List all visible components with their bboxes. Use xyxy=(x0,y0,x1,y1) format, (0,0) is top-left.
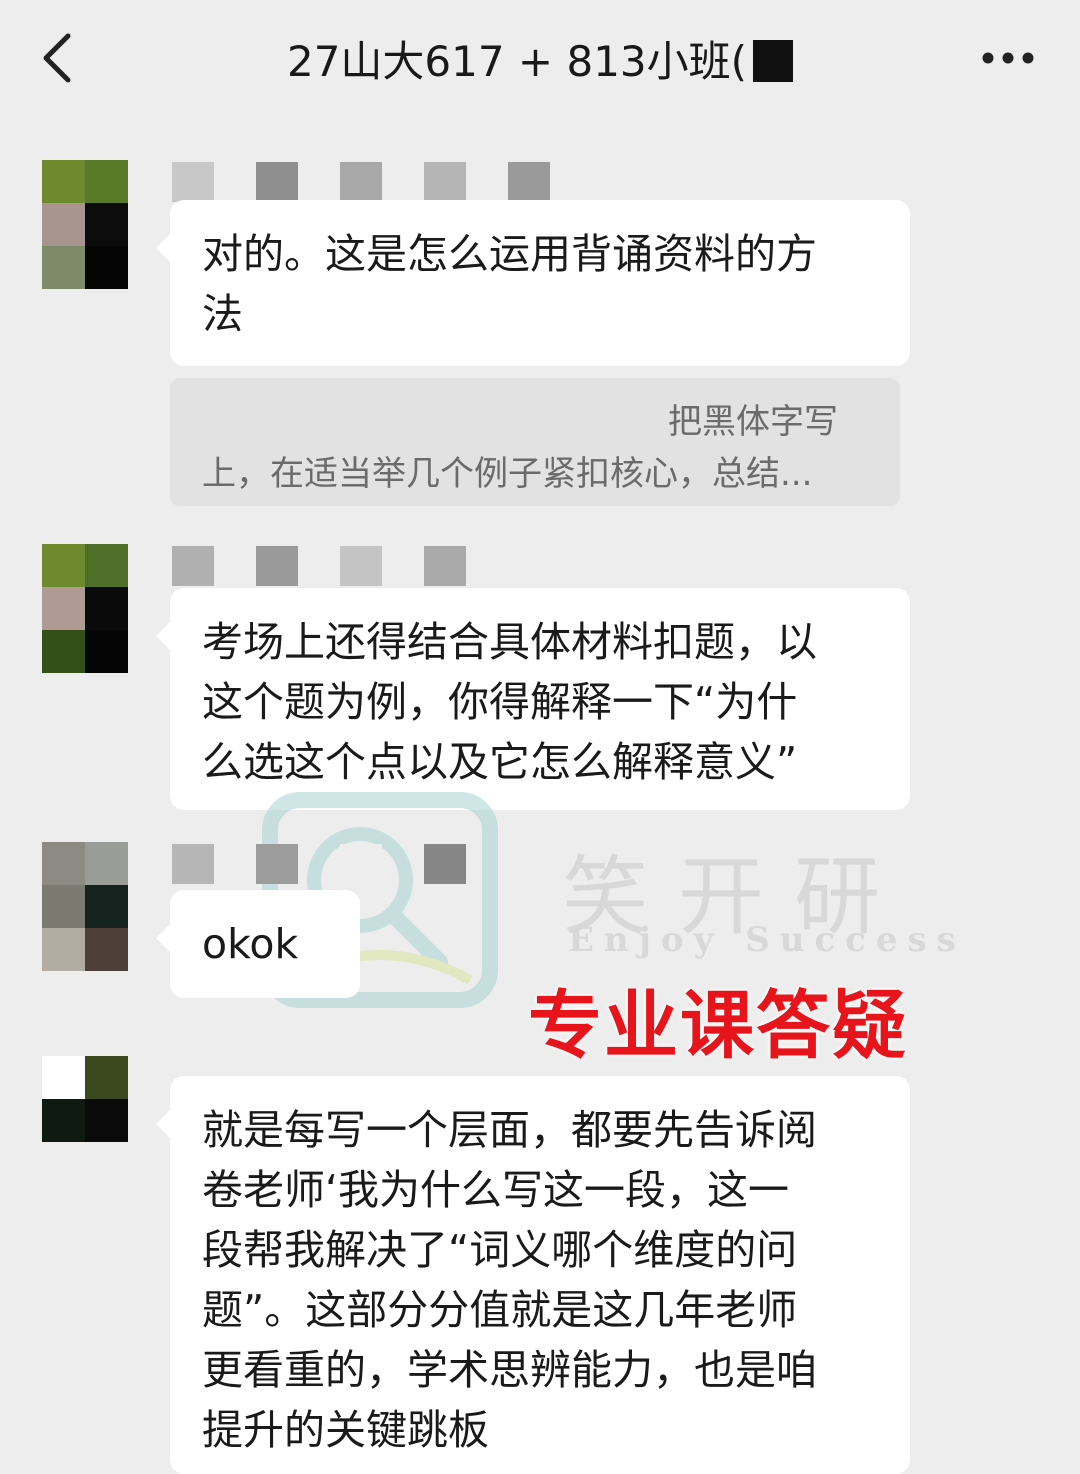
message-line: okok xyxy=(202,920,299,968)
quote-line: 上，在适当举几个例子紧扣核心，总结... xyxy=(202,454,813,494)
message-line: 提升的关键跳板 xyxy=(202,1406,489,1454)
more-dots-icon[interactable] xyxy=(978,40,1038,76)
message-line: 考场上还得结合具体材料扣题，以 xyxy=(202,618,817,666)
message-bubble[interactable]: okok xyxy=(156,890,360,998)
chat-title: 27山大617 + 813小班( xyxy=(0,28,1080,89)
message-line: 这个题为例，你得解释一下“为什 xyxy=(202,678,798,726)
watermark-brand-en: Enjoy Success xyxy=(568,920,966,960)
message-line: 就是每写一个层面，都要先告诉阅 xyxy=(202,1106,817,1154)
message-line: 卷老师‘我为什么写这一段，这一 xyxy=(202,1166,790,1214)
avatar[interactable] xyxy=(42,842,128,971)
redaction-block xyxy=(753,40,794,82)
sender-name-redacted xyxy=(172,160,550,204)
chat-header: 27山大617 + 813小班( xyxy=(0,0,1080,118)
quote-line: 把黑体字写 xyxy=(668,402,838,442)
avatar[interactable] xyxy=(42,544,128,673)
avatar[interactable] xyxy=(42,1056,128,1142)
quoted-message[interactable]: 把黑体字写 上，在适当举几个例子紧扣核心，总结... xyxy=(170,378,900,506)
message-line: 更看重的，学术思辨能力，也是咱 xyxy=(202,1346,817,1394)
stamp-label: 专业课答疑 xyxy=(528,983,908,1069)
message-line: 题”。这部分分值就是这几年老师 xyxy=(202,1286,798,1334)
message-bubble[interactable]: 对的。这是怎么运用背诵资料的方 法 xyxy=(156,200,910,366)
message-bubble[interactable]: 就是每写一个层面，都要先告诉阅 卷老师‘我为什么写这一段，这一 段帮我解决了“词… xyxy=(156,1076,910,1474)
avatar[interactable] xyxy=(42,160,128,289)
sender-name-redacted xyxy=(172,842,466,886)
message-bubble[interactable]: 考场上还得结合具体材料扣题，以 这个题为例，你得解释一下“为什 么选这个点以及它… xyxy=(156,588,910,810)
message-line: 法 xyxy=(202,290,243,338)
chat-title-text: 27山大617 + 813小班( xyxy=(286,37,748,86)
sender-name-redacted xyxy=(172,544,466,588)
message-line: 段帮我解决了“词义哪个维度的问 xyxy=(202,1226,798,1274)
message-line: 对的。这是怎么运用背诵资料的方 xyxy=(202,230,817,278)
